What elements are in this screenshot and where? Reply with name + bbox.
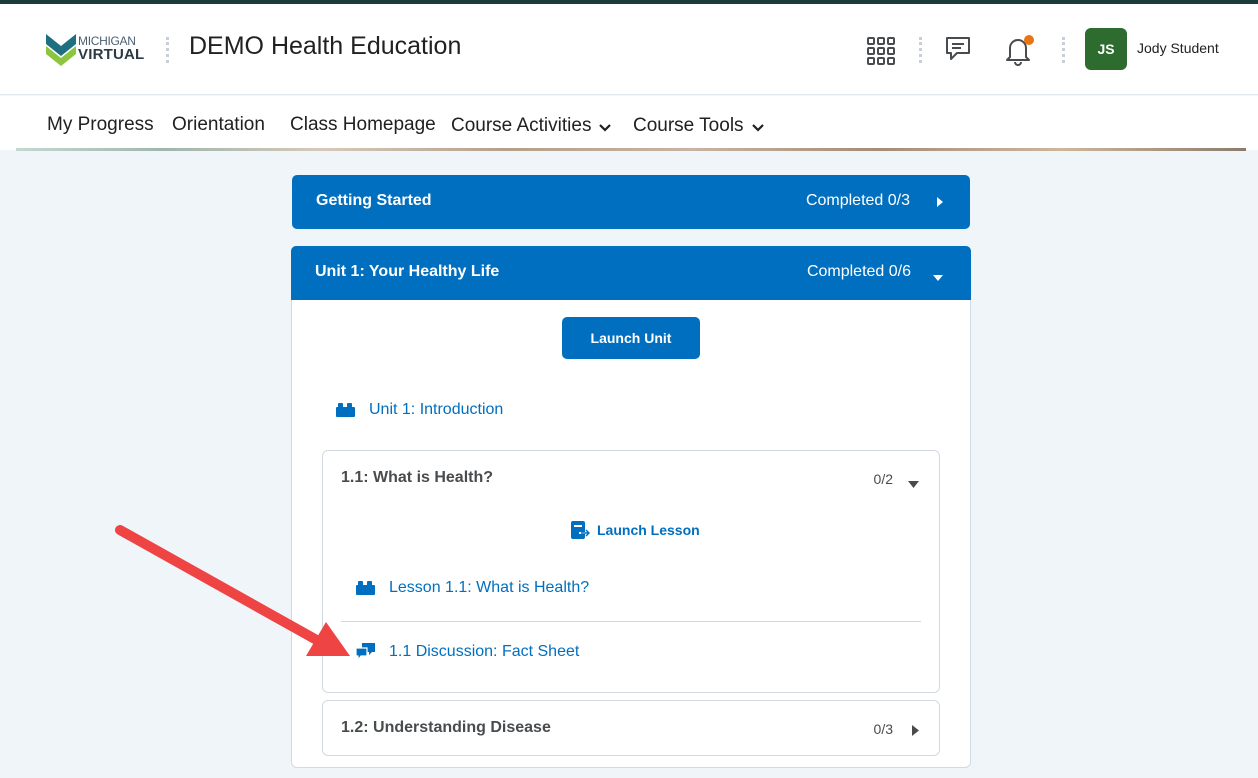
- caret-down-icon[interactable]: [908, 475, 919, 493]
- launch-lesson-button[interactable]: Launch Lesson: [571, 521, 700, 539]
- avatar[interactable]: JS: [1085, 28, 1127, 70]
- nav-course-tools[interactable]: Course Tools: [633, 114, 764, 138]
- caret-down-icon[interactable]: [932, 269, 944, 287]
- module-title: Getting Started: [316, 192, 432, 209]
- discussion-icon: [356, 643, 375, 661]
- user-name[interactable]: Jody Student: [1137, 40, 1219, 56]
- module-getting-started[interactable]: Getting Started Completed 0/3: [292, 175, 970, 229]
- nav-orientation[interactable]: Orientation: [172, 114, 265, 136]
- course-title[interactable]: DEMO Health Education: [189, 32, 461, 61]
- topic-discussion-fact-sheet[interactable]: 1.1 Discussion: Fact Sheet: [356, 643, 579, 661]
- topic-link-label: 1.1 Discussion: Fact Sheet: [389, 643, 580, 660]
- lesson-progress-count: 0/2: [873, 471, 893, 487]
- launch-lesson-label: Launch Lesson: [597, 522, 700, 538]
- launch-icon: [571, 521, 591, 539]
- nav-label: My Progress: [47, 114, 154, 135]
- lesson-1-2-panel[interactable]: 1.2: Understanding Disease 0/3: [322, 700, 940, 756]
- michigan-virtual-logo[interactable]: MICHIGAN VIRTUAL: [46, 30, 151, 72]
- divider: [341, 621, 921, 622]
- nav-label: Orientation: [172, 114, 265, 135]
- module-unit1-header[interactable]: Unit 1: Your Healthy Life Completed 0/6: [291, 246, 971, 300]
- lego-block-icon: [336, 403, 355, 417]
- topic-link-label: Lesson 1.1: What is Health?: [389, 579, 590, 596]
- header-separator: [1062, 37, 1065, 63]
- chevron-down-icon: [751, 116, 764, 138]
- nav-label: Class Homepage: [290, 114, 436, 135]
- chevron-down-icon: [599, 116, 612, 138]
- caret-right-icon[interactable]: [936, 195, 944, 213]
- notification-dot: [1024, 35, 1034, 45]
- module-completion-status: Completed 0/3: [805, 192, 910, 209]
- nav-label: Course Tools: [633, 115, 744, 136]
- nav-course-activities[interactable]: Course Activities: [451, 114, 612, 138]
- course-navbar: My Progress Orientation Class Homepage C…: [0, 96, 1258, 150]
- caret-right-icon[interactable]: [912, 723, 919, 741]
- topic-lesson-1-1[interactable]: Lesson 1.1: What is Health?: [356, 579, 589, 597]
- launch-unit-button[interactable]: Launch Unit: [562, 317, 700, 359]
- header: MICHIGAN VIRTUAL DEMO Health Education J…: [0, 4, 1258, 95]
- nav-label: Course Activities: [451, 115, 592, 136]
- banner-image-strip: [16, 148, 1246, 151]
- header-separator: [166, 37, 169, 63]
- lesson-1-1-panel: 1.1: What is Health? 0/2 Launch Lesson L…: [322, 450, 940, 693]
- topic-link-label: Unit 1: Introduction: [369, 401, 504, 418]
- logo-line2: VIRTUAL: [78, 46, 145, 63]
- lesson-title[interactable]: 1.2: Understanding Disease: [341, 719, 551, 737]
- header-separator: [919, 37, 922, 63]
- nav-class-homepage[interactable]: Class Homepage: [290, 114, 436, 136]
- topic-unit1-introduction[interactable]: Unit 1: Introduction: [336, 401, 503, 419]
- lesson-title[interactable]: 1.1: What is Health?: [341, 469, 493, 487]
- module-unit1-panel: Unit 1: Your Healthy Life Completed 0/6 …: [291, 246, 971, 768]
- module-completion-status: Completed 0/6: [806, 263, 911, 280]
- apps-grid-icon[interactable]: [864, 34, 898, 68]
- lego-block-icon: [356, 581, 375, 595]
- messages-icon[interactable]: [940, 32, 976, 68]
- nav-my-progress[interactable]: My Progress: [47, 114, 154, 136]
- lesson-progress-count: 0/3: [873, 721, 893, 737]
- logo-mark-icon: [46, 34, 76, 66]
- module-title: Unit 1: Your Healthy Life: [315, 263, 500, 280]
